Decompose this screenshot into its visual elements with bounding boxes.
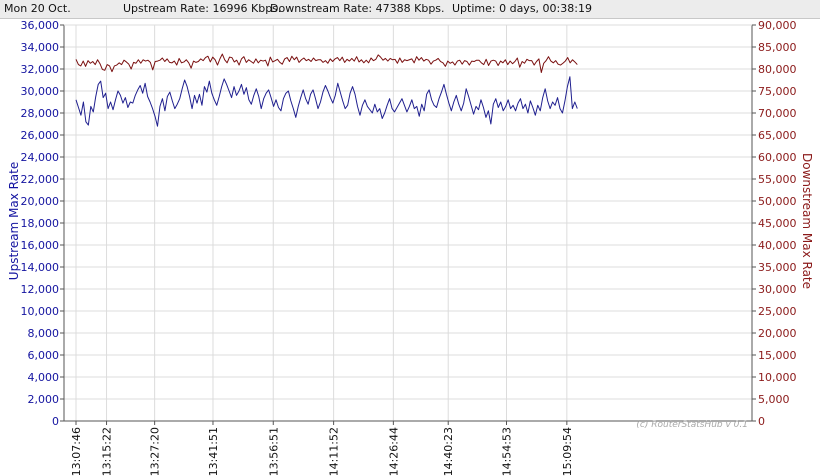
left-tick-label: 14,000: [21, 261, 60, 274]
left-tick-label: 24,000: [21, 151, 60, 164]
right-tick-label: 55,000: [758, 173, 797, 186]
right-tick-label: 75,000: [758, 85, 797, 98]
right-tick-label: 65,000: [758, 129, 797, 142]
x-tick-label: 13:41:51: [207, 427, 220, 476]
x-tick-label: 13:15:22: [101, 427, 114, 476]
x-tick-label: 14:26:44: [387, 427, 400, 476]
right-tick-label: 20,000: [758, 327, 797, 340]
x-tick-label: 15:09:54: [561, 427, 574, 476]
right-tick-label: 25,000: [758, 305, 797, 318]
left-tick-label: 8,000: [28, 327, 60, 340]
right-tick-label: 40,000: [758, 239, 797, 252]
x-tick-label: 14:40:23: [442, 427, 455, 476]
left-tick-label: 4,000: [28, 371, 60, 384]
right-tick-label: 0: [758, 415, 765, 428]
left-tick-label: 2,000: [28, 393, 60, 406]
right-tick-label: 80,000: [758, 63, 797, 76]
left-tick-label: 6,000: [28, 349, 60, 362]
left-tick-label: 30,000: [21, 85, 60, 98]
left-tick-label: 26,000: [21, 129, 60, 142]
right-tick-label: 90,000: [758, 19, 797, 32]
left-tick-label: 16,000: [21, 239, 60, 252]
x-tick-label: 14:11:52: [328, 427, 341, 476]
right-tick-label: 15,000: [758, 349, 797, 362]
left-tick-label: 12,000: [21, 283, 60, 296]
x-tick-label: 13:07:46: [70, 427, 83, 476]
right-tick-label: 85,000: [758, 41, 797, 54]
router-stats-window: Mon 20 Oct. Upstream Rate: 16996 Kbps. D…: [0, 0, 820, 476]
right-tick-label: 10,000: [758, 371, 797, 384]
right-tick-label: 35,000: [758, 261, 797, 274]
left-tick-label: 18,000: [21, 217, 60, 230]
rate-chart: 0 2,000 4,000 6,000 8,000 10,000 12,000 14,000 1…: [7, 19, 814, 476]
left-tick-label: 32,000: [21, 63, 60, 76]
right-tick-label: 70,000: [758, 107, 797, 120]
left-axis-title: Upstream Max Rate: [7, 162, 21, 280]
right-tick-label: 30,000: [758, 283, 797, 296]
left-tick-label: 20,000: [21, 195, 60, 208]
right-tick-label: 5,000: [758, 393, 790, 406]
right-tick-label: 50,000: [758, 195, 797, 208]
right-tick-label: 45,000: [758, 217, 797, 230]
left-tick-label: 34,000: [21, 41, 60, 54]
left-tick-label: 36,000: [21, 19, 60, 32]
left-tick-label: 10,000: [21, 305, 60, 318]
left-tick-label: 22,000: [21, 173, 60, 186]
x-tick-label: 13:56:51: [267, 427, 280, 476]
left-tick-label: 0: [52, 415, 59, 428]
left-tick-label: 28,000: [21, 107, 60, 120]
x-tick-label: 13:27:20: [149, 427, 162, 476]
right-axis-title: Downstream Max Rate: [800, 153, 814, 289]
x-tick-label: 14:54:53: [500, 427, 513, 476]
credit-watermark: (c) RouterStatsHub v 0.1: [636, 420, 748, 430]
right-tick-label: 60,000: [758, 151, 797, 164]
